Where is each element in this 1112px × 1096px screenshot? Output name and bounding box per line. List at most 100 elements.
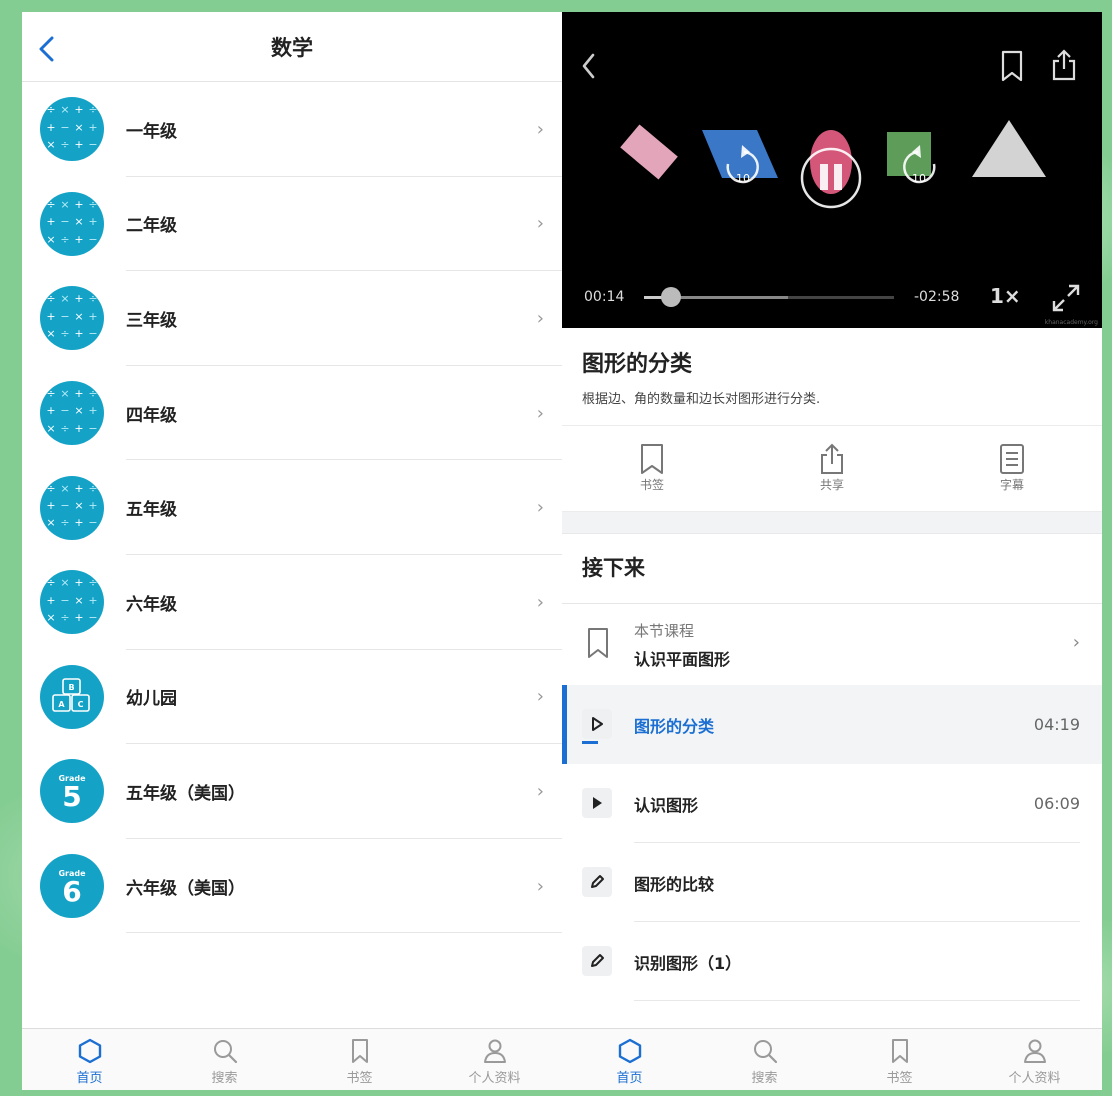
current-time: 00:14: [584, 289, 625, 305]
grade-item-4[interactable]: ÷ × + ÷ + − × + × ÷ + − 四年级 ›: [22, 366, 562, 461]
item-name: 识别图形（1）: [634, 954, 742, 973]
math-symbols-icon: ÷ × + ÷ + − × + × ÷ + −: [40, 286, 104, 351]
math-symbols-icon: ÷ × + ÷ + − × + × ÷ + −: [40, 97, 104, 162]
lesson-title: 图形的分类: [582, 352, 693, 377]
bookmark-icon: [641, 444, 663, 474]
chevron-right-icon: ›: [536, 686, 544, 708]
bookmark-icon: [588, 628, 608, 658]
item-duration: 06:09: [1033, 794, 1080, 813]
section-gap: [562, 512, 1102, 534]
transcript-icon: [1000, 444, 1024, 474]
grade-badge-icon: Grade 5: [40, 759, 104, 824]
transcript-button[interactable]: 字幕: [922, 426, 1102, 511]
page-title: 数学: [271, 35, 313, 60]
tab-home[interactable]: 首页: [22, 1029, 157, 1090]
course-link[interactable]: 本节课程 认识平面图形 ›: [562, 604, 1102, 684]
grade-label: 四年级: [126, 405, 177, 426]
active-indicator: [562, 685, 567, 764]
grade-label: 五年级（美国）: [126, 783, 245, 804]
svg-text:C: C: [78, 700, 84, 709]
list-item[interactable]: 识别图形（1）: [562, 922, 1102, 1001]
math-symbols-icon: ÷ × + ÷ + − × + × ÷ + −: [40, 570, 104, 635]
tab-label: 个人资料: [1008, 1071, 1061, 1086]
grade-list: ÷ × + ÷ + − × + × ÷ + − 一年级 › ÷ × + ÷ + − × + × ÷ + − 二年级 › ÷ ×…: [22, 82, 562, 934]
chevron-right-icon: ›: [536, 497, 544, 519]
grade-label: 二年级: [126, 216, 177, 237]
tab-profile[interactable]: 个人资料: [967, 1029, 1102, 1090]
tab-profile[interactable]: 个人资料: [427, 1029, 562, 1090]
bookmark-icon: [891, 1039, 908, 1063]
svg-text:A: A: [58, 700, 65, 709]
chevron-right-icon: ›: [536, 875, 544, 897]
fullscreen-icon[interactable]: [1050, 282, 1082, 314]
video-player[interactable]: 10 10 00:14 -02:58 1× khanacademy.org: [562, 12, 1102, 328]
grade-item-kindergarten[interactable]: B A C 幼儿园 ›: [22, 650, 562, 745]
tab-bookmarks[interactable]: 书签: [832, 1029, 967, 1090]
badge-number: 5: [62, 779, 82, 813]
pencil-icon: [582, 867, 612, 897]
pink-oval-shape: [810, 130, 852, 194]
tab-label: 个人资料: [468, 1071, 521, 1086]
tab-label: 首页: [76, 1071, 103, 1086]
chevron-right-icon: ›: [536, 780, 544, 802]
tab-label: 搜索: [751, 1071, 778, 1086]
action-label: 字幕: [999, 478, 1024, 492]
grade-item-5[interactable]: ÷ × + ÷ + − × + × ÷ + − 五年级 ›: [22, 460, 562, 555]
back-icon[interactable]: [36, 36, 58, 62]
search-icon: [213, 1040, 237, 1064]
profile-icon: [483, 1039, 506, 1063]
chevron-right-icon: ›: [536, 213, 544, 235]
grade-label: 幼儿园: [126, 689, 177, 710]
pink-rectangle-shape: [620, 124, 678, 180]
grade-badge-icon: Grade 6: [40, 854, 104, 919]
grade-item-5-us[interactable]: Grade 5 五年级（美国） ›: [22, 744, 562, 839]
share-button[interactable]: 共享: [742, 426, 922, 511]
share-icon: [821, 443, 843, 474]
profile-icon: [1023, 1039, 1046, 1063]
gray-triangle-shape: [972, 120, 1046, 177]
list-item[interactable]: 认识图形 06:09: [562, 764, 1102, 843]
tab-bookmarks[interactable]: 书签: [292, 1029, 427, 1090]
action-label: 共享: [819, 478, 844, 492]
tab-home[interactable]: 首页: [562, 1029, 697, 1090]
item-progress: [582, 741, 598, 744]
home-icon: [78, 1038, 101, 1064]
blue-parallelogram-shape: [702, 130, 778, 178]
chevron-right-icon: ›: [1072, 632, 1080, 653]
chevron-right-icon: ›: [536, 402, 544, 424]
blocks-icon: B A C: [40, 664, 104, 729]
grade-item-3[interactable]: ÷ × + ÷ + − × + × ÷ + − 三年级 ›: [22, 271, 562, 366]
item-name: 图形的分类: [634, 717, 715, 736]
math-symbols-icon: ÷ × + ÷ + − × + × ÷ + −: [40, 191, 104, 256]
back-icon[interactable]: [580, 52, 598, 80]
video-credit: khanacademy.org: [1044, 319, 1098, 326]
grade-item-6-us[interactable]: Grade 6 六年级（美国） ›: [22, 839, 562, 934]
lesson-description: 根据边、角的数量和边长对图形进行分类.: [582, 392, 821, 407]
item-duration: 04:19: [1033, 715, 1080, 734]
badge-number: 6: [62, 874, 82, 908]
list-item[interactable]: 图形的比较: [562, 843, 1102, 922]
divider: [126, 932, 562, 934]
bookmark-icon[interactable]: [1000, 50, 1024, 82]
course-subtitle: 本节课程: [634, 622, 695, 640]
tab-bar: 首页 搜索 书签 个人资料: [562, 1028, 1102, 1090]
green-square-shape: [887, 132, 931, 176]
bookmark-button[interactable]: 书签: [562, 426, 742, 511]
tab-search[interactable]: 搜索: [697, 1029, 832, 1090]
lesson-info: 图形的分类 根据边、角的数量和边长对图形进行分类.: [562, 328, 1102, 426]
remaining-time: -02:58: [914, 289, 960, 305]
header: 数学: [22, 12, 562, 82]
playback-speed-button[interactable]: 1×: [990, 284, 1021, 308]
tab-search[interactable]: 搜索: [157, 1029, 292, 1090]
grade-label: 一年级: [126, 121, 177, 142]
grade-item-6[interactable]: ÷ × + ÷ + − × + × ÷ + − 六年级 ›: [22, 555, 562, 650]
grade-item-2[interactable]: ÷ × + ÷ + − × + × ÷ + − 二年级 ›: [22, 177, 562, 272]
item-name: 认识图形: [634, 796, 699, 815]
bookmark-icon: [351, 1039, 368, 1063]
share-icon[interactable]: [1050, 48, 1078, 82]
grade-label: 五年级: [126, 500, 177, 521]
grade-item-1[interactable]: ÷ × + ÷ + − × + × ÷ + − 一年级 ›: [22, 82, 562, 177]
svg-text:10: 10: [736, 172, 750, 185]
chevron-right-icon: ›: [536, 118, 544, 140]
list-item[interactable]: 图形的分类 04:19: [562, 685, 1102, 764]
